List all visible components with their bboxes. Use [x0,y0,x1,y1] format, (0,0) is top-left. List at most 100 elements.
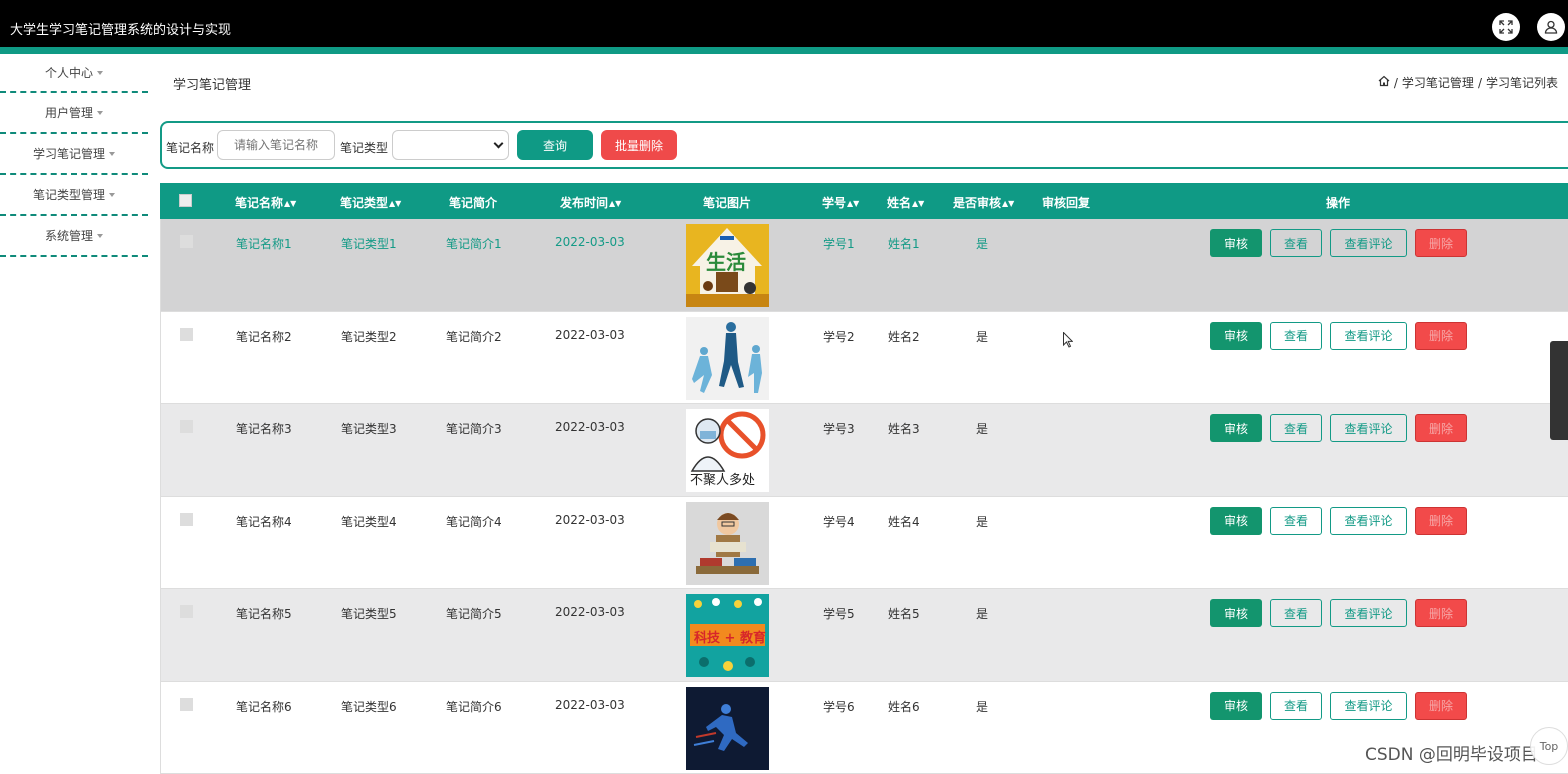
sort-icon[interactable]: ▲▼ [284,199,296,208]
col-header-student-name[interactable]: 姓名▲▼ [887,194,924,211]
cell-type: 笔记类型5 [341,605,397,622]
batch-delete-button[interactable]: 批量删除 [601,130,677,160]
col-header-name[interactable]: 笔记名称▲▼ [235,194,296,211]
mouse-cursor-icon [1063,332,1073,348]
audit-button[interactable]: 审核 [1210,507,1262,535]
sidebar-item-notes[interactable]: 学习笔记管理 [0,134,148,175]
reader-cartoon-icon [686,502,769,585]
image-caption: 生活 [706,246,746,275]
search-panel: 笔记名称 笔记类型 查询 批量删除 [160,121,1568,169]
accent-bar [0,47,1568,54]
view-comments-button[interactable]: 查看评论 [1330,322,1407,350]
image-caption: 科技 + 教育 [694,627,766,646]
table-header: 笔记名称▲▼ 笔记类型▲▼ 笔记简介 发布时间▲▼ 笔记图片 学号▲▼ 姓名▲▼… [160,183,1568,219]
sidebar-item-system[interactable]: 系统管理 [0,216,148,257]
view-comments-button[interactable]: 查看评论 [1330,229,1407,257]
life-poster-icon: 生活 [686,224,769,307]
cell-name: 笔记名称3 [236,420,292,437]
sidebar-item-label: 用户管理 [45,104,93,121]
cell-student-id: 学号4 [823,513,855,530]
back-to-top-button[interactable]: Top [1530,727,1568,765]
sort-icon[interactable]: ▲▼ [609,199,621,208]
audit-button[interactable]: 审核 [1210,414,1262,442]
audit-button[interactable]: 审核 [1210,229,1262,257]
view-button[interactable]: 查看 [1270,229,1322,257]
breadcrumb-item-notes[interactable]: 学习笔记管理 [1402,74,1474,91]
row-checkbox[interactable] [180,328,193,341]
audit-button[interactable]: 审核 [1210,599,1262,627]
cell-audited: 是 [976,328,988,345]
select-all-checkbox[interactable] [179,194,192,207]
sidebar-item-users[interactable]: 用户管理 [0,93,148,134]
col-header-date[interactable]: 发布时间▲▼ [560,194,621,211]
note-type-label: 笔记类型 [340,139,388,156]
col-header-label: 发布时间 [560,196,608,210]
view-button[interactable]: 查看 [1270,599,1322,627]
view-button[interactable]: 查看 [1270,322,1322,350]
cell-student-name: 姓名2 [888,328,920,345]
delete-button[interactable]: 删除 [1415,692,1467,720]
delete-button[interactable]: 删除 [1415,414,1467,442]
row-checkbox[interactable] [180,513,193,526]
delete-button[interactable]: 删除 [1415,322,1467,350]
cell-student-id: 学号3 [823,420,855,437]
delete-button[interactable]: 删除 [1415,229,1467,257]
table-row: 笔记名称1 笔记类型1 笔记简介1 2022-03-03 生活 学号1 姓名1 … [160,219,1568,312]
page-scrollbar[interactable] [1550,341,1568,440]
cell-name: 笔记名称1 [236,235,292,252]
audit-button[interactable]: 审核 [1210,322,1262,350]
cell-audited: 是 [976,513,988,530]
row-checkbox[interactable] [180,235,193,248]
row-checkbox[interactable] [180,605,193,618]
sort-icon[interactable]: ▲▼ [912,199,924,208]
page-title: 学习笔记管理 [173,74,251,93]
note-name-input[interactable] [217,130,335,160]
breadcrumb-separator: / [1478,76,1482,90]
cell-audited: 是 [976,698,988,715]
cell-name: 笔记名称5 [236,605,292,622]
audit-button[interactable]: 审核 [1210,692,1262,720]
col-header-audited[interactable]: 是否审核▲▼ [953,194,1014,211]
note-type-select[interactable] [392,130,509,160]
sidebar-item-profile[interactable]: 个人中心 [0,54,148,93]
cell-type: 笔记类型3 [341,420,397,437]
cell-student-name: 姓名3 [888,420,920,437]
sidebar-item-note-types[interactable]: 笔记类型管理 [0,175,148,216]
sort-icon[interactable]: ▲▼ [847,199,859,208]
col-header-type[interactable]: 笔记类型▲▼ [340,194,401,211]
delete-button[interactable]: 删除 [1415,599,1467,627]
watermark-text: CSDN @回明毕设项目 [1365,740,1538,765]
view-comments-button[interactable]: 查看评论 [1330,507,1407,535]
cell-type: 笔记类型1 [341,235,397,252]
breadcrumb-separator: / [1394,76,1398,90]
fullscreen-icon[interactable] [1492,13,1520,41]
sort-icon[interactable]: ▲▼ [389,199,401,208]
view-comments-button[interactable]: 查看评论 [1330,599,1407,627]
col-header-intro: 笔记简介 [449,194,497,211]
breadcrumb-item-list: 学习笔记列表 [1486,74,1558,91]
view-button[interactable]: 查看 [1270,507,1322,535]
caret-down-icon [97,71,103,75]
cell-intro: 笔记简介3 [446,420,502,437]
cell-student-name: 姓名1 [888,235,920,252]
view-button[interactable]: 查看 [1270,692,1322,720]
col-header-label: 姓名 [887,196,911,210]
view-button[interactable]: 查看 [1270,414,1322,442]
row-checkbox[interactable] [180,420,193,433]
col-header-student-id[interactable]: 学号▲▼ [822,194,859,211]
user-avatar-icon[interactable] [1537,13,1565,41]
home-icon[interactable] [1378,75,1390,90]
runner-icon [686,687,769,770]
sidebar: 个人中心 用户管理 学习笔记管理 笔记类型管理 系统管理 [0,54,150,770]
cell-type: 笔记类型6 [341,698,397,715]
delete-button[interactable]: 删除 [1415,507,1467,535]
query-button[interactable]: 查询 [517,130,593,160]
caret-down-icon [109,193,115,197]
view-comments-button[interactable]: 查看评论 [1330,414,1407,442]
view-comments-button[interactable]: 查看评论 [1330,692,1407,720]
image-caption: 不聚人多处 [690,469,755,488]
cell-audited: 是 [976,420,988,437]
cell-name: 笔记名称2 [236,328,292,345]
sort-icon[interactable]: ▲▼ [1002,199,1014,208]
row-checkbox[interactable] [180,698,193,711]
